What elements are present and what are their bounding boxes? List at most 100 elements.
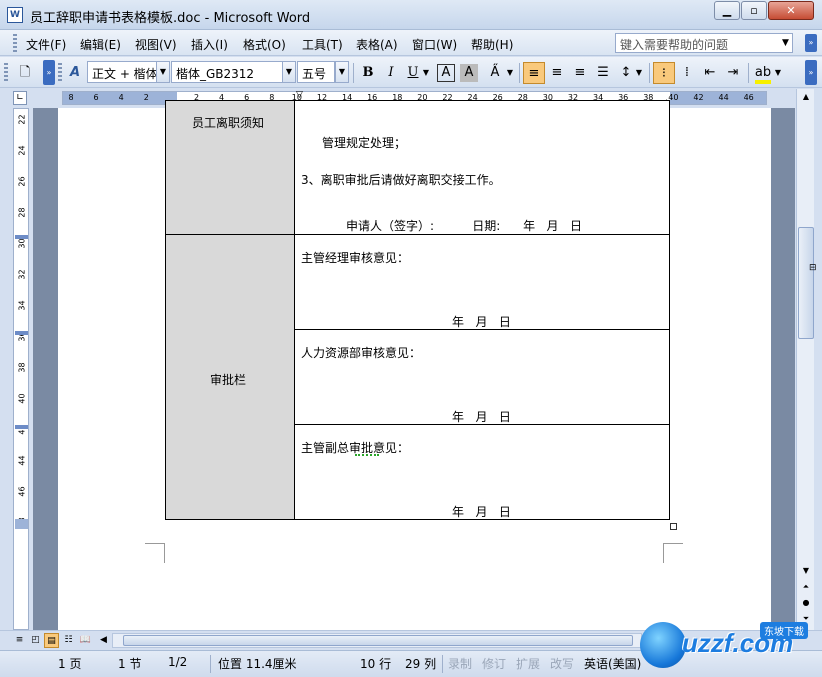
chevron-down-icon[interactable]: ▼	[282, 61, 296, 83]
vertical-scrollbar[interactable]: ▲ ▼ ⏶ ● ⏷	[796, 89, 814, 630]
status-line: 10 行	[360, 657, 392, 671]
table-cell[interactable]	[294, 100, 670, 235]
toolbar-grip[interactable]	[13, 34, 17, 52]
chevron-down-icon[interactable]: ▼	[773, 62, 783, 84]
hscroll-thumb[interactable]	[123, 635, 633, 646]
page-corner-mark	[663, 543, 683, 563]
styles-pane-icon[interactable]: A	[64, 62, 86, 84]
ruler-tick: 22	[17, 114, 27, 125]
menu-help[interactable]: 帮助(H)	[471, 36, 513, 53]
previous-page-icon[interactable]: ⏶	[798, 579, 814, 595]
bold-icon[interactable]: B	[357, 62, 379, 84]
menu-bar: 文件(F) 编辑(E) 视图(V) 插入(I) 格式(O) 工具(T) 表格(A…	[0, 30, 822, 56]
chevron-down-icon[interactable]: ▼	[634, 62, 644, 84]
page-clip	[58, 89, 771, 108]
status-extend[interactable]: 扩展	[516, 655, 540, 672]
formatting-toolbar: 🗋 » A 正文 + 楷体 ▼ 楷体_GB2312 ▼ 五号 ▼ B I U ▼…	[0, 57, 822, 88]
horizontal-scrollbar[interactable]	[112, 633, 642, 648]
status-record[interactable]: 录制	[448, 655, 472, 672]
print-layout-icon[interactable]: ▤	[44, 633, 59, 648]
outline-view-icon[interactable]: ☷	[61, 633, 76, 648]
menu-file[interactable]: 文件(F)	[26, 36, 66, 53]
menu-tools[interactable]: 工具(T)	[302, 36, 343, 53]
applicant-signature-line: 申请人（签字）: 日期: 年 月 日	[346, 219, 583, 233]
normal-view-icon[interactable]: ≡	[12, 633, 27, 648]
split-handle-icon[interactable]: ⊟	[809, 263, 821, 273]
vertical-ruler[interactable]: 2224262830323436384042444648	[13, 108, 29, 630]
ruler-row-marker[interactable]	[15, 425, 28, 429]
status-overtype[interactable]: 改写	[550, 655, 574, 672]
reading-view-icon[interactable]: 📖	[78, 633, 93, 648]
toolbar-separator	[519, 63, 520, 83]
help-search-input[interactable]: 键入需要帮助的问题	[615, 33, 793, 53]
justify-icon[interactable]: ☰	[592, 62, 614, 84]
chevron-down-icon[interactable]: ▼	[778, 33, 793, 53]
chevron-down-icon[interactable]: ▼	[421, 62, 431, 84]
new-doc-icon[interactable]: 🗋	[14, 62, 36, 84]
ruler-tick: 44	[17, 455, 27, 466]
char-border-icon[interactable]: A	[437, 64, 455, 82]
align-left-icon[interactable]: ≡	[523, 62, 545, 84]
chevron-down-icon[interactable]: ▼	[505, 62, 515, 84]
toolbar-options-icon[interactable]: »	[43, 60, 55, 85]
grammar-squiggle	[355, 454, 379, 456]
toolbar-options-icon[interactable]: »	[805, 60, 817, 85]
status-separator	[442, 655, 443, 673]
bullets-icon[interactable]: ⁞	[676, 62, 698, 84]
toolbar-separator	[649, 63, 650, 83]
toolbar-grip[interactable]	[4, 63, 8, 83]
char-scale-icon[interactable]: A̋	[484, 62, 506, 84]
approval-date: 年 月 日	[452, 505, 511, 519]
italic-icon[interactable]: I	[380, 62, 402, 84]
menu-table[interactable]: 表格(A)	[356, 36, 398, 53]
status-separator	[210, 655, 211, 673]
chevron-down-icon[interactable]: ▼	[335, 61, 349, 83]
browse-object-icon[interactable]: ●	[798, 595, 814, 611]
status-page: 1 页	[58, 657, 82, 671]
scroll-down-icon[interactable]: ▼	[798, 563, 814, 579]
ruler-tick: 24	[17, 145, 27, 156]
status-language[interactable]: 英语(美国)	[584, 655, 641, 672]
section-label-approval: 审批栏	[210, 373, 247, 387]
ruler-tick: 38	[17, 362, 27, 373]
scroll-left-icon[interactable]: ◀	[96, 633, 111, 648]
status-track-changes[interactable]: 修订	[482, 655, 506, 672]
decrease-indent-icon[interactable]: ⇤	[699, 62, 721, 84]
increase-indent-icon[interactable]: ⇥	[722, 62, 744, 84]
window-title: 员工辞职申请书表格模板.doc - Microsoft Word	[30, 11, 311, 26]
toolbar-options-icon[interactable]: »	[805, 34, 817, 52]
approval-date: 年 月 日	[452, 410, 511, 424]
char-shading-icon[interactable]: A	[460, 64, 478, 82]
menu-format[interactable]: 格式(O)	[243, 36, 286, 53]
font-select[interactable]: 楷体_GB2312	[171, 61, 283, 83]
toolbar-grip[interactable]	[58, 63, 62, 83]
tab-selector-icon[interactable]: ∟	[13, 91, 27, 105]
close-button[interactable]: ✕	[768, 1, 814, 20]
approval-title: 主管经理审核意见：	[301, 251, 410, 265]
table-resize-handle[interactable]	[670, 523, 677, 530]
minimize-button[interactable]: ▁	[714, 1, 740, 20]
site-watermark: uzzf.com 东坡下载	[640, 614, 818, 672]
doc-line: 3、离职审批后请做好离职交接工作。	[301, 173, 501, 187]
word-doc-icon[interactable]: W	[7, 7, 23, 23]
approval-title: 人力资源部审核意见：	[301, 346, 422, 360]
menu-window[interactable]: 窗口(W)	[412, 36, 457, 53]
style-select[interactable]: 正文 + 楷体	[87, 61, 157, 83]
scroll-up-icon[interactable]: ▲	[798, 89, 814, 105]
ruler-row-marker[interactable]	[15, 331, 28, 335]
scroll-thumb[interactable]	[798, 227, 814, 339]
highlight-icon[interactable]: ab	[752, 62, 774, 84]
numbering-icon[interactable]: ⁝	[653, 62, 675, 84]
align-center-icon[interactable]: ≡	[546, 62, 568, 84]
maximize-button[interactable]: ▫	[741, 1, 767, 20]
menu-view[interactable]: 视图(V)	[135, 36, 177, 53]
chevron-down-icon[interactable]: ▼	[156, 61, 170, 83]
align-right-icon[interactable]: ≡	[569, 62, 591, 84]
font-size-select[interactable]: 五号	[297, 61, 335, 83]
ruler-row-marker[interactable]	[15, 235, 28, 239]
menu-edit[interactable]: 编辑(E)	[80, 36, 121, 53]
menu-insert[interactable]: 插入(I)	[191, 36, 228, 53]
web-layout-icon[interactable]: ◰	[28, 633, 43, 648]
watermark-logo-icon	[640, 622, 686, 668]
section-label-notice: 员工离职须知	[192, 116, 265, 130]
